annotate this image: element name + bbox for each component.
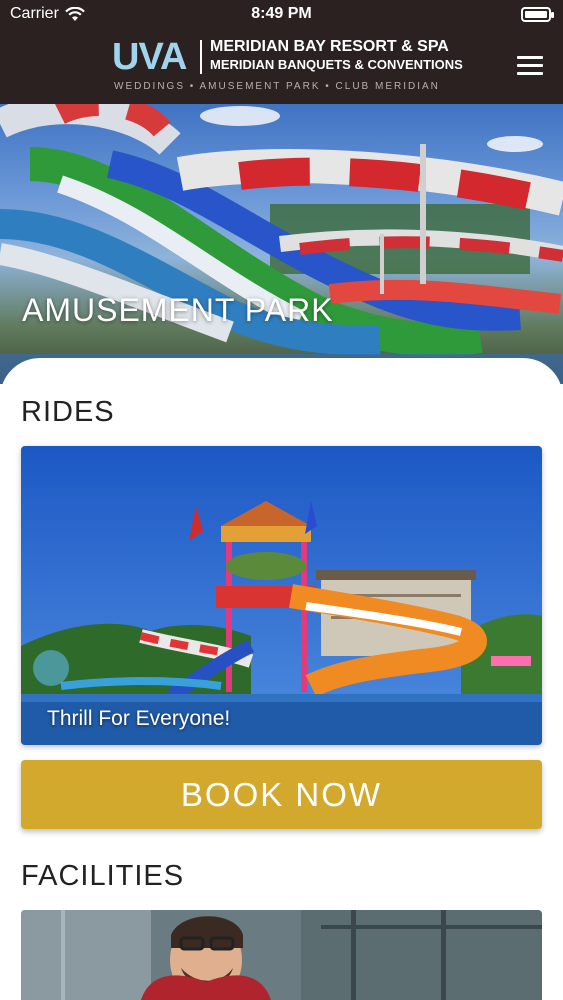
book-now-button[interactable]: BOOK NOW xyxy=(21,760,542,829)
hero-banner-image xyxy=(0,104,563,384)
rides-section-title: RIDES xyxy=(21,396,115,428)
water-slides-illustration xyxy=(0,104,563,384)
status-bar: Carrier 8:49 PM xyxy=(0,0,563,30)
facilities-section-title: FACILITIES xyxy=(21,860,185,892)
hero-title: AMUSEMENT PARK xyxy=(22,292,334,328)
logo-uva: UVA xyxy=(112,36,187,78)
rides-card-caption: Thrill For Everyone! xyxy=(47,707,231,730)
logo-line2: MERIDIAN BANQUETS & CONVENTIONS xyxy=(210,57,463,72)
logo-line1: MERIDIAN BAY RESORT & SPA xyxy=(210,38,449,55)
battery-icon xyxy=(521,7,554,22)
rides-card[interactable]: Thrill For Everyone! xyxy=(21,446,542,745)
logo-divider xyxy=(200,40,202,74)
logo-tagline: WEDDINGS • AMUSEMENT PARK • CLUB MERIDIA… xyxy=(114,81,440,92)
status-time: 8:49 PM xyxy=(251,5,312,22)
rides-card-image xyxy=(21,446,542,745)
hamburger-menu-icon[interactable] xyxy=(517,56,543,76)
app-header: UVA MERIDIAN BAY RESORT & SPA MERIDIAN B… xyxy=(0,30,563,104)
facilities-card-image xyxy=(21,910,542,1000)
facilities-card[interactable] xyxy=(21,910,542,1000)
resort-logo[interactable]: UVA MERIDIAN BAY RESORT & SPA MERIDIAN B… xyxy=(112,36,463,97)
